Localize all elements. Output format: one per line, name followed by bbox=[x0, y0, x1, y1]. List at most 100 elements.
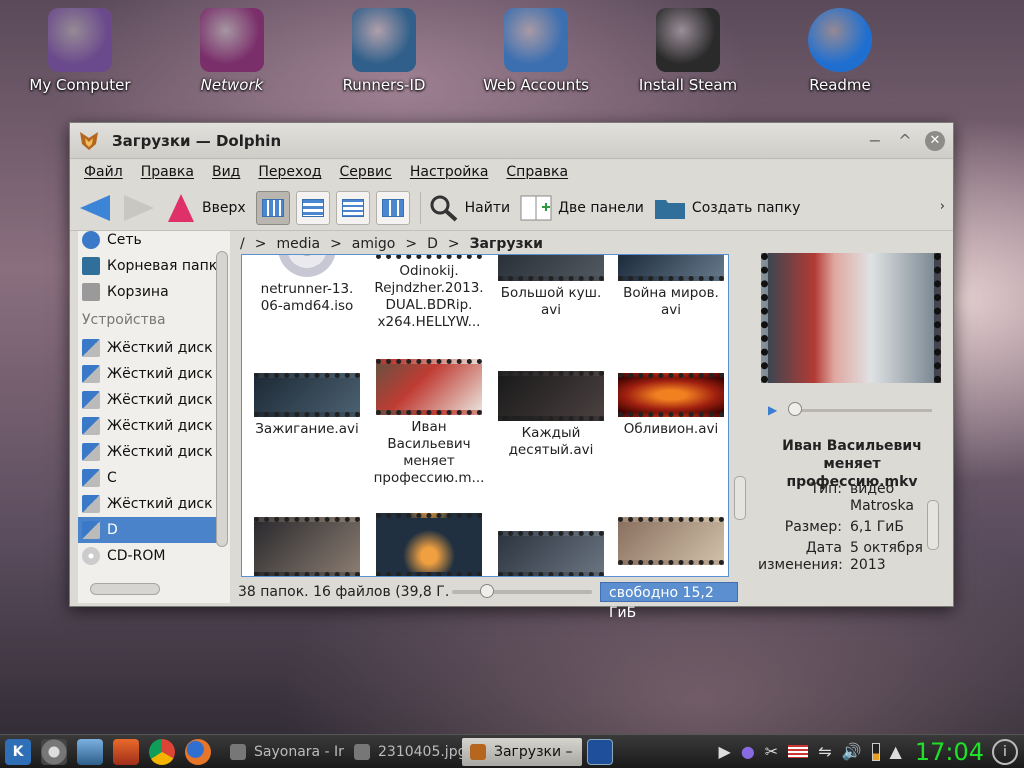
create-folder-button[interactable]: Создать папку bbox=[654, 195, 800, 221]
file-view[interactable]: netrunner-13. 06-amd64.iso Odinokij. Rejndz… bbox=[241, 254, 729, 577]
device-item[interactable]: Жёсткий диск ( bbox=[78, 361, 230, 387]
maximize-button[interactable]: ^ bbox=[895, 131, 915, 151]
video-thumbnail bbox=[254, 373, 360, 417]
file-item[interactable] bbox=[610, 517, 728, 569]
menu-item[interactable]: Правка bbox=[141, 164, 194, 180]
play-icon[interactable]: ▶ bbox=[768, 403, 777, 417]
taskbar-task[interactable]: 2310405.jpg bbox=[346, 738, 462, 766]
file-item[interactable]: Каждый десятый.avi bbox=[490, 371, 612, 459]
firefox-icon[interactable] bbox=[185, 738, 211, 765]
device-item[interactable]: Жёсткий диск ( bbox=[78, 335, 230, 361]
device-item[interactable]: D bbox=[78, 517, 218, 543]
keyboard-layout-flag-icon[interactable] bbox=[788, 745, 809, 758]
media-play-icon[interactable]: ▶ bbox=[719, 742, 731, 761]
places-item[interactable]: Сеть bbox=[78, 231, 230, 253]
menu-item[interactable]: Сервис bbox=[340, 164, 392, 180]
file-item-label: меняет bbox=[403, 453, 455, 469]
file-item[interactable]: Иван Васильевич меняет профессию.m... bbox=[368, 359, 490, 487]
menu-item[interactable]: Переход bbox=[258, 164, 321, 180]
desktop-icon-readme[interactable]: Readme bbox=[780, 8, 900, 94]
minimize-button[interactable]: − bbox=[865, 131, 885, 151]
clock[interactable]: 17:04 bbox=[915, 738, 984, 766]
view-columns-button[interactable] bbox=[375, 190, 410, 225]
desktop-icon-steam[interactable]: Install Steam bbox=[628, 8, 748, 94]
close-button[interactable]: ✕ bbox=[925, 130, 945, 151]
plasma-toolbox-icon[interactable]: i bbox=[992, 738, 1018, 765]
info-scrollbar[interactable] bbox=[926, 486, 940, 596]
network-icon bbox=[200, 8, 264, 72]
media-progress-knob[interactable] bbox=[788, 402, 802, 416]
back-button[interactable] bbox=[78, 193, 112, 223]
taskbar-task[interactable]: Загрузки – bbox=[462, 737, 582, 766]
desktop-icon-my-computer[interactable]: My Computer bbox=[20, 8, 140, 94]
file-item[interactable]: netrunner-13. 06-amd64.iso bbox=[246, 255, 368, 315]
desktop-icon-runners-id[interactable]: Runners-ID bbox=[324, 8, 444, 94]
places-scrollbar-thumb[interactable] bbox=[216, 251, 228, 547]
desktop-show-icon[interactable] bbox=[77, 738, 103, 765]
file-item[interactable]: Война миров. avi bbox=[610, 255, 728, 319]
image-file-icon bbox=[354, 743, 370, 760]
cdrom-icon bbox=[82, 547, 100, 565]
device-item[interactable]: Жёсткий диск ( bbox=[78, 439, 230, 465]
breadcrumb-item[interactable]: amigo bbox=[352, 236, 396, 252]
hard-disk-icon bbox=[82, 443, 100, 461]
device-item[interactable]: CD-ROM bbox=[78, 543, 230, 569]
places-item[interactable]: Корзина bbox=[78, 279, 230, 305]
video-thumbnail bbox=[498, 531, 604, 576]
desktop-icon-web-accounts[interactable]: Web Accounts bbox=[476, 8, 596, 94]
clipboard-scissors-icon[interactable]: ✂ bbox=[765, 742, 778, 761]
file-item[interactable]: Зажигание.avi bbox=[246, 373, 368, 438]
zoom-slider-knob[interactable] bbox=[480, 584, 494, 598]
view-details-button[interactable] bbox=[295, 190, 330, 225]
view-compact-button[interactable] bbox=[335, 190, 370, 225]
menu-item[interactable]: Настройка bbox=[410, 164, 489, 180]
window-titlebar[interactable]: Загрузки — Dolphin − ^ ✕ bbox=[70, 123, 953, 159]
arrow-up-icon bbox=[168, 193, 194, 222]
file-view-scrollbar-thumb[interactable] bbox=[734, 476, 746, 520]
places-hscrollbar-thumb[interactable] bbox=[90, 583, 160, 595]
battery-icon[interactable] bbox=[871, 742, 880, 761]
notifier-icon[interactable]: ● bbox=[741, 742, 755, 761]
file-item[interactable] bbox=[490, 531, 612, 576]
menu-item[interactable]: Файл bbox=[84, 164, 123, 180]
device-item-label: D bbox=[107, 522, 118, 538]
video-preview bbox=[761, 253, 941, 383]
media-progress-bar[interactable] bbox=[790, 409, 932, 412]
muon-store-icon[interactable] bbox=[113, 738, 139, 765]
volume-icon[interactable]: 🔊 bbox=[842, 742, 862, 761]
device-item[interactable]: C bbox=[78, 465, 230, 491]
zoom-slider[interactable] bbox=[452, 584, 592, 598]
view-icons-button[interactable] bbox=[255, 190, 290, 225]
tray-expand-icon[interactable]: ▲ bbox=[890, 742, 902, 761]
desktop-icon-network[interactable]: Network bbox=[172, 8, 292, 94]
device-item[interactable]: Жёсткий диск ( bbox=[78, 413, 230, 439]
file-view-scrollbar[interactable] bbox=[732, 254, 748, 577]
toolbar-overflow-button[interactable]: › bbox=[940, 199, 945, 214]
places-scrollbar[interactable] bbox=[216, 231, 228, 571]
system-settings-icon[interactable] bbox=[41, 738, 67, 765]
forward-button[interactable] bbox=[122, 193, 156, 223]
file-item[interactable]: Odinokij. Rejndzher.2013. DUAL.BDRip. x264.… bbox=[368, 255, 490, 331]
network-tray-icon[interactable]: ⇋ bbox=[818, 742, 831, 761]
terminal-icon[interactable] bbox=[587, 738, 613, 765]
taskbar-task[interactable]: Sayonara - Ir bbox=[222, 738, 346, 766]
breadcrumb-item[interactable]: D bbox=[427, 236, 438, 252]
up-button[interactable]: Вверх bbox=[166, 192, 246, 224]
places-hscrollbar[interactable] bbox=[86, 581, 226, 597]
file-item[interactable]: Большой куш. avi bbox=[490, 255, 612, 319]
kde-menu-icon[interactable]: K bbox=[5, 738, 31, 765]
places-item[interactable]: Корневая папка bbox=[78, 253, 230, 279]
breadcrumb-root[interactable]: / bbox=[240, 236, 245, 252]
chrome-icon[interactable] bbox=[149, 738, 175, 765]
menu-item[interactable]: Вид bbox=[212, 164, 240, 180]
file-item[interactable] bbox=[246, 517, 368, 576]
file-item[interactable] bbox=[368, 513, 490, 576]
info-scrollbar-thumb[interactable] bbox=[927, 500, 939, 550]
find-button[interactable]: Найти bbox=[429, 194, 510, 222]
breadcrumb-item[interactable]: media bbox=[276, 236, 320, 252]
device-item[interactable]: Жёсткий диск ( bbox=[78, 491, 230, 517]
menu-item[interactable]: Справка bbox=[506, 164, 568, 180]
file-item[interactable]: Обливион.avi bbox=[610, 373, 728, 438]
split-view-button[interactable]: Две панели bbox=[520, 194, 644, 222]
device-item[interactable]: Жёсткий диск ( bbox=[78, 387, 230, 413]
